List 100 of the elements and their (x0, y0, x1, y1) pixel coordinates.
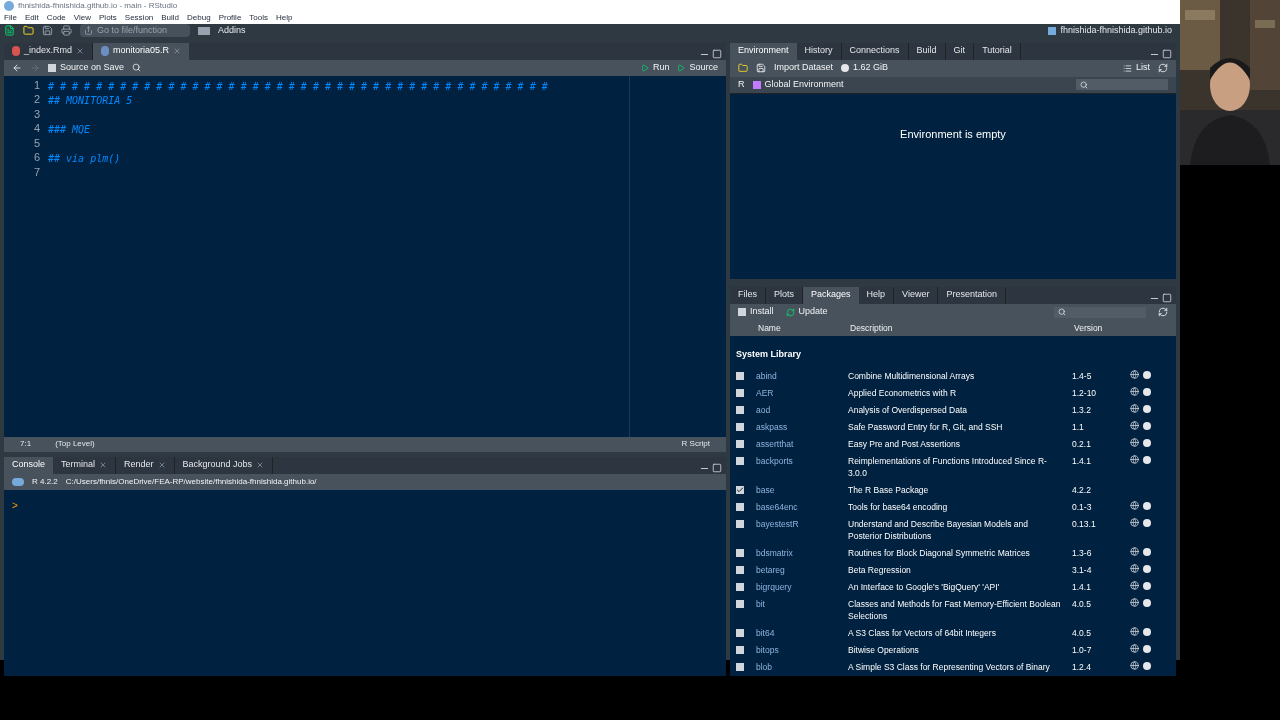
menu-item[interactable]: Session (124, 12, 154, 24)
tab[interactable]: Console (4, 456, 54, 474)
checkbox[interactable] (736, 663, 744, 671)
close-icon[interactable] (76, 47, 85, 55)
maximize-icon[interactable] (1162, 49, 1172, 59)
menu-item[interactable]: Edit (24, 12, 39, 24)
package-link[interactable]: assertthat (756, 438, 848, 450)
website-icon[interactable] (1130, 581, 1139, 590)
website-icon[interactable] (1130, 644, 1139, 653)
website-icon[interactable] (1130, 387, 1139, 396)
search-field[interactable] (1076, 79, 1168, 90)
maximize-icon[interactable] (1162, 293, 1172, 303)
list-view-button[interactable]: List (1123, 61, 1150, 75)
new-file-icon[interactable] (4, 25, 15, 37)
checkbox[interactable] (736, 406, 744, 414)
remove-icon[interactable] (1143, 388, 1151, 396)
remove-icon[interactable] (1143, 371, 1151, 379)
scope-selector[interactable]: (Top Level) (55, 438, 95, 450)
menu-item[interactable]: Help (276, 12, 293, 24)
package-link[interactable]: betareg (756, 564, 848, 576)
remove-icon[interactable] (1143, 582, 1151, 590)
print-icon[interactable] (61, 25, 72, 37)
website-icon[interactable] (1130, 518, 1139, 527)
website-icon[interactable] (1130, 598, 1139, 607)
checkbox[interactable] (736, 583, 744, 591)
remove-icon[interactable] (1143, 548, 1151, 556)
package-link[interactable]: bdsmatrix (756, 547, 848, 559)
install-button[interactable]: Install (738, 305, 774, 319)
checkbox[interactable] (736, 440, 744, 448)
checkbox[interactable] (736, 629, 744, 637)
grid-icon[interactable] (198, 26, 210, 35)
remove-icon[interactable] (1143, 645, 1151, 653)
language-selector[interactable]: R (738, 77, 745, 92)
menu-item[interactable]: Plots (99, 12, 117, 24)
source-on-save-checkbox[interactable]: Source on Save (48, 60, 125, 75)
search-field[interactable] (1054, 306, 1146, 318)
refresh-icon[interactable] (1158, 307, 1168, 317)
remove-icon[interactable] (1143, 599, 1151, 607)
checkbox[interactable] (736, 646, 744, 654)
package-link[interactable]: blob (756, 661, 848, 673)
package-link[interactable]: bit (756, 598, 848, 610)
addins-button[interactable]: Addins (218, 24, 246, 38)
update-button[interactable]: Update (785, 305, 828, 319)
save-icon[interactable] (42, 25, 53, 37)
website-icon[interactable] (1130, 404, 1139, 413)
remove-icon[interactable] (1143, 519, 1151, 527)
website-icon[interactable] (1130, 564, 1139, 573)
website-icon[interactable] (1130, 501, 1139, 510)
package-link[interactable]: aod (756, 404, 848, 416)
package-link[interactable]: bitops (756, 644, 848, 656)
website-icon[interactable] (1130, 421, 1139, 430)
folder-icon[interactable] (23, 25, 34, 37)
menu-item[interactable]: Code (46, 12, 66, 24)
remove-icon[interactable] (1143, 405, 1151, 413)
package-link[interactable]: askpass (756, 421, 848, 433)
package-link[interactable]: AER (756, 387, 848, 399)
tab[interactable]: Packages (803, 286, 859, 304)
environment-selector[interactable]: Global Environment (752, 77, 844, 92)
checkbox[interactable] (736, 372, 744, 380)
website-icon[interactable] (1130, 547, 1139, 556)
package-link[interactable]: base64enc (756, 501, 848, 513)
package-link[interactable]: bigrquery (756, 581, 848, 593)
remove-icon[interactable] (1143, 422, 1151, 430)
package-link[interactable]: abind (756, 370, 848, 382)
maximize-icon[interactable] (712, 49, 722, 59)
checkbox[interactable] (736, 423, 744, 431)
checkbox[interactable] (736, 503, 744, 511)
website-icon[interactable] (1130, 370, 1139, 379)
checkbox[interactable] (736, 566, 744, 574)
website-icon[interactable] (1130, 455, 1139, 464)
menu-item[interactable]: Build (161, 12, 180, 24)
back-icon[interactable] (12, 62, 22, 73)
folder-icon[interactable] (738, 63, 748, 73)
checkbox[interactable] (736, 549, 744, 557)
menu-item[interactable]: Profile (218, 12, 242, 24)
tab[interactable]: Environment (730, 42, 797, 60)
menu-item[interactable]: Debug (187, 12, 211, 24)
package-link[interactable]: base (756, 484, 848, 496)
remove-icon[interactable] (1143, 502, 1151, 510)
checkbox[interactable] (736, 486, 744, 494)
menu-item[interactable]: Tools (249, 12, 269, 24)
remove-icon[interactable] (1143, 439, 1151, 447)
search-icon[interactable] (132, 63, 142, 72)
remove-icon[interactable] (1143, 662, 1151, 670)
maximize-icon[interactable] (712, 463, 722, 473)
close-icon[interactable] (256, 461, 265, 469)
checkbox[interactable] (736, 389, 744, 397)
remove-icon[interactable] (1143, 456, 1151, 464)
close-icon[interactable] (99, 461, 108, 469)
run-button[interactable]: Run (640, 60, 670, 75)
checkbox[interactable] (736, 457, 744, 465)
tab[interactable]: monitoria05.R (93, 42, 190, 60)
package-link[interactable]: bit64 (756, 627, 848, 639)
menu-item[interactable]: View (73, 12, 91, 24)
file-type-selector[interactable]: R Script (681, 438, 710, 450)
website-icon[interactable] (1130, 438, 1139, 447)
package-link[interactable]: backports (756, 455, 848, 467)
website-icon[interactable] (1130, 627, 1139, 636)
remove-icon[interactable] (1143, 628, 1151, 636)
import-dataset-button[interactable]: Import Dataset (774, 61, 834, 75)
